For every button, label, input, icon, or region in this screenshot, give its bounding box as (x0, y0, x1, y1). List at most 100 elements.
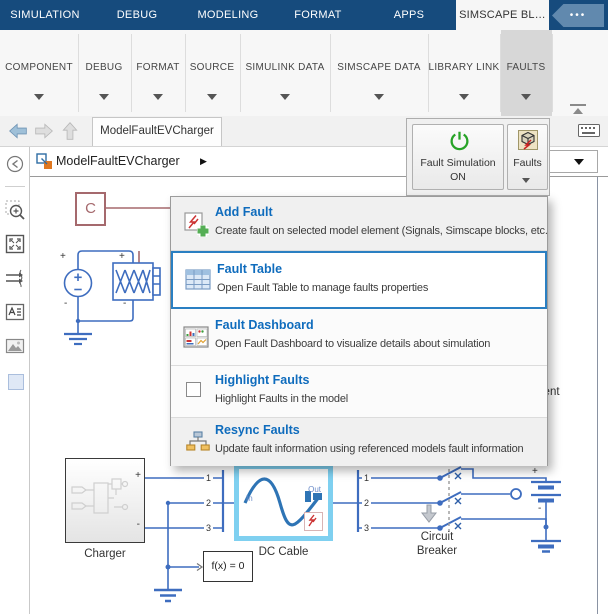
bus-port-number: 3 (204, 523, 213, 533)
toolstrip-separator (330, 34, 331, 112)
polarity-label: - (64, 299, 67, 309)
chevron-down-icon (522, 178, 530, 183)
toolstrip-separator (428, 34, 429, 112)
fault-simulation-state: ON (413, 171, 503, 184)
chevron-down-icon (521, 94, 531, 100)
add-fault-icon (183, 212, 211, 238)
menu-item-title: Fault Dashboard (215, 318, 314, 332)
tab-simscape-block-active[interactable]: SIMSCAPE BL… (456, 0, 549, 30)
highlight-faults-checkbox[interactable] (186, 382, 201, 397)
signal-routing-icon[interactable] (5, 268, 25, 288)
bus-port-number: 1 (204, 473, 213, 483)
toolstrip-separator (185, 34, 186, 112)
chevron-down-icon (459, 94, 469, 100)
polarity-label: - (123, 299, 126, 309)
toolstrip-separator (500, 34, 501, 112)
toolstrip: COMPONENT DEBUG FORMAT SOURCE SIMULINK D… (0, 30, 608, 117)
keyboard-icon[interactable] (578, 124, 600, 137)
bus-port-number: 1 (362, 473, 371, 483)
charger-block[interactable]: + - (65, 458, 145, 543)
group-label: SIMULINK DATA (245, 62, 324, 73)
menu-item-desc: Open Fault Table to manage faults proper… (217, 282, 428, 294)
document-tab[interactable]: ModelFaultEVCharger (92, 117, 222, 146)
fault-table-icon (184, 269, 212, 291)
hide-palette-button[interactable] (5, 154, 25, 174)
group-label: SIMSCAPE DATA (337, 62, 421, 73)
image-icon[interactable] (5, 336, 25, 356)
bus-port-number: 2 (362, 498, 371, 508)
tab-format[interactable]: FORMAT (294, 0, 341, 30)
menu-item-desc: Highlight Faults in the model (215, 393, 348, 405)
fault-dashboard-icon (182, 326, 210, 348)
menu-item-resync-faults[interactable]: Resync Faults Update fault information u… (171, 418, 547, 466)
chevron-down-icon (574, 159, 584, 165)
group-label: LIBRARY LINK (428, 62, 499, 73)
toolstrip-separator (131, 34, 132, 112)
faults-cube-icon (518, 130, 538, 150)
model-icon (36, 153, 53, 170)
fit-to-view-icon[interactable] (5, 234, 25, 254)
menu-item-fault-dashboard[interactable]: Fault Dashboard Open Fault Dashboard to … (171, 309, 547, 366)
menu-item-title: Resync Faults (215, 423, 300, 437)
dc-cable-in-port: In (246, 494, 253, 503)
polarity-label: + (119, 252, 125, 262)
palette-divider (5, 186, 25, 187)
menu-item-title: Fault Table (217, 262, 282, 276)
faults-dropdown-menu: Add Fault Create fault on selected model… (170, 196, 548, 466)
circuit-breaker-label: Breaker (407, 545, 467, 557)
fault-simulation-label: Fault Simulation (413, 157, 503, 170)
toolbar-dropdown[interactable] (549, 150, 598, 173)
annotation-icon[interactable] (5, 302, 25, 322)
breadcrumb[interactable]: ModelFaultEVCharger (56, 146, 180, 176)
group-label: DEBUG (85, 62, 122, 73)
toolstrip-tab-bar: SIMULATION DEBUG MODELING FORMAT APPS SI… (0, 0, 608, 30)
chevron-down-icon (99, 94, 109, 100)
breadcrumb-caret[interactable]: ▶ (200, 146, 207, 176)
chevron-down-icon (207, 94, 217, 100)
charger-subsystem-thumbnail (70, 473, 130, 529)
fault-badge (304, 512, 323, 531)
battery-minus: - (538, 504, 541, 514)
menu-item-highlight-faults[interactable]: Highlight Faults Highlight Faults in the… (171, 366, 547, 418)
canvas-right-scroll-edge[interactable] (597, 177, 598, 614)
fault-simulation-toggle-button[interactable]: Fault Simulation ON (412, 124, 504, 190)
forward-icon[interactable] (34, 121, 54, 141)
faults-group-popout: Fault Simulation ON Faults (406, 118, 550, 196)
chevron-down-icon (280, 94, 290, 100)
dc-cable-block[interactable]: In Out (234, 464, 333, 541)
tab-apps[interactable]: APPS (394, 0, 425, 30)
menu-item-desc: Update fault information using reference… (215, 443, 523, 455)
faults-group-pressed-highlight (501, 30, 552, 116)
simulink-window: C + - + - + - Charger 1 2 3 1 2 3 f(x) =… (0, 0, 608, 614)
polarity-label: + (60, 252, 66, 262)
controller-block[interactable]: C (75, 192, 106, 226)
power-icon (449, 130, 470, 151)
chevron-down-icon (34, 94, 44, 100)
port-minus: - (137, 520, 140, 530)
tab-simulation[interactable]: SIMULATION (10, 0, 79, 30)
faults-menu-button[interactable]: Faults (507, 124, 548, 190)
charger-label: Charger (65, 548, 145, 560)
tab-debug[interactable]: DEBUG (117, 0, 158, 30)
back-icon[interactable] (8, 121, 28, 141)
toolstrip-separator (552, 34, 553, 112)
tab-modeling[interactable]: MODELING (197, 0, 258, 30)
group-label: SOURCE (190, 62, 235, 73)
chevron-down-icon (153, 94, 163, 100)
dc-cable-out-port: Out (308, 485, 321, 494)
toolstrip-separator (78, 34, 79, 112)
area-select-icon[interactable] (8, 374, 24, 390)
zoom-region-icon[interactable] (5, 200, 25, 220)
menu-item-title: Add Fault (215, 205, 273, 219)
up-icon[interactable] (60, 121, 80, 141)
bus-port-number: 2 (204, 498, 213, 508)
port-plus: + (135, 471, 141, 481)
faults-button-label: Faults (508, 157, 547, 170)
toolstrip-separator (240, 34, 241, 112)
menu-item-fault-table[interactable]: Fault Table Open Fault Table to manage f… (171, 251, 547, 309)
menu-item-add-fault[interactable]: Add Fault Create fault on selected model… (171, 197, 547, 251)
collapse-toolstrip-icon[interactable] (570, 104, 586, 114)
more-tabs-button[interactable]: ••• (552, 4, 604, 27)
canvas-palette (0, 146, 30, 614)
menu-item-desc: Create fault on selected model element (… (215, 225, 547, 237)
